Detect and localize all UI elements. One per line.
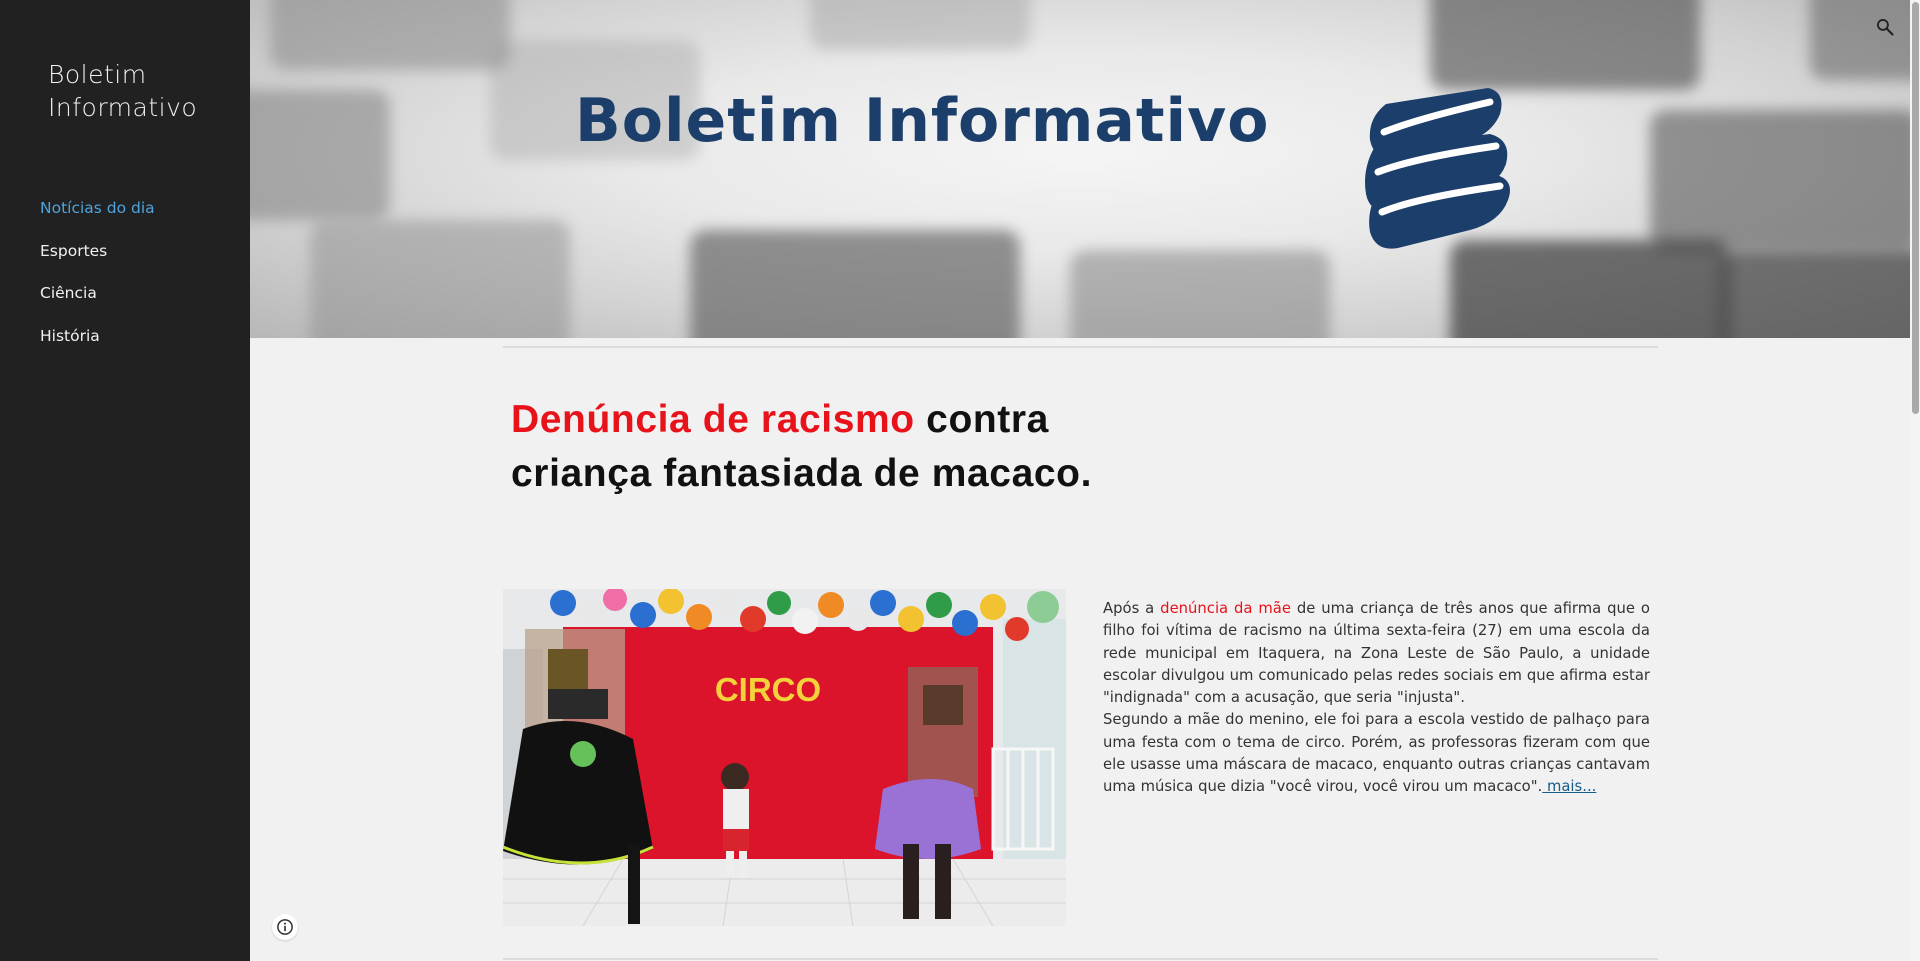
paragraph-text: Após a bbox=[1103, 600, 1161, 617]
circus-photo: CIRCO bbox=[503, 589, 1066, 926]
background-key bbox=[1720, 250, 1910, 338]
circo-banner-text: CIRCO bbox=[715, 671, 821, 708]
background-key bbox=[1070, 250, 1330, 338]
highlight-text: denúncia da mãe bbox=[1160, 600, 1291, 617]
nav-item-noticias-do-dia[interactable]: Notícias do dia bbox=[40, 196, 155, 239]
books-icon bbox=[1365, 88, 1510, 249]
background-key bbox=[310, 220, 570, 338]
sidebar-nav: Notícias do dia Esportes Ciência Históri… bbox=[40, 196, 155, 366]
article-body: Após a denúncia da mãe de uma criança de… bbox=[1103, 598, 1650, 799]
nav-item-historia[interactable]: História bbox=[40, 324, 155, 367]
article-paragraph: Segundo a mãe do menino, ele foi para a … bbox=[1103, 709, 1650, 798]
info-button[interactable] bbox=[272, 914, 298, 940]
search-icon bbox=[1877, 19, 1894, 36]
header-banner: Boletim Informativo bbox=[250, 0, 1910, 338]
search-button[interactable] bbox=[1870, 12, 1900, 42]
info-icon bbox=[277, 919, 293, 935]
background-key bbox=[1650, 110, 1910, 250]
background-key bbox=[250, 90, 390, 220]
divider bbox=[503, 346, 1658, 348]
headline-highlight: Denúncia de racismo bbox=[511, 398, 915, 441]
more-link[interactable]: mais... bbox=[1542, 778, 1596, 795]
background-key bbox=[1430, 0, 1700, 90]
scrollbar-thumb[interactable] bbox=[1912, 2, 1919, 414]
nav-item-ciencia[interactable]: Ciência bbox=[40, 281, 155, 324]
divider bbox=[503, 958, 1658, 960]
article-paragraph: Após a denúncia da mãe de uma criança de… bbox=[1103, 598, 1650, 709]
background-key bbox=[690, 230, 1020, 338]
article-headline: Denúncia de racismo contra criança fanta… bbox=[511, 393, 1151, 501]
article-photo[interactable]: CIRCO bbox=[503, 589, 1066, 926]
sidebar: Boletim Informativo Notícias do dia Espo… bbox=[0, 0, 250, 961]
background-key bbox=[270, 0, 510, 70]
background-key bbox=[810, 0, 1030, 50]
nav-item-esportes[interactable]: Esportes bbox=[40, 239, 155, 282]
header-title: Boletim Informativo bbox=[575, 86, 1270, 156]
site-title[interactable]: Boletim Informativo bbox=[48, 58, 238, 124]
